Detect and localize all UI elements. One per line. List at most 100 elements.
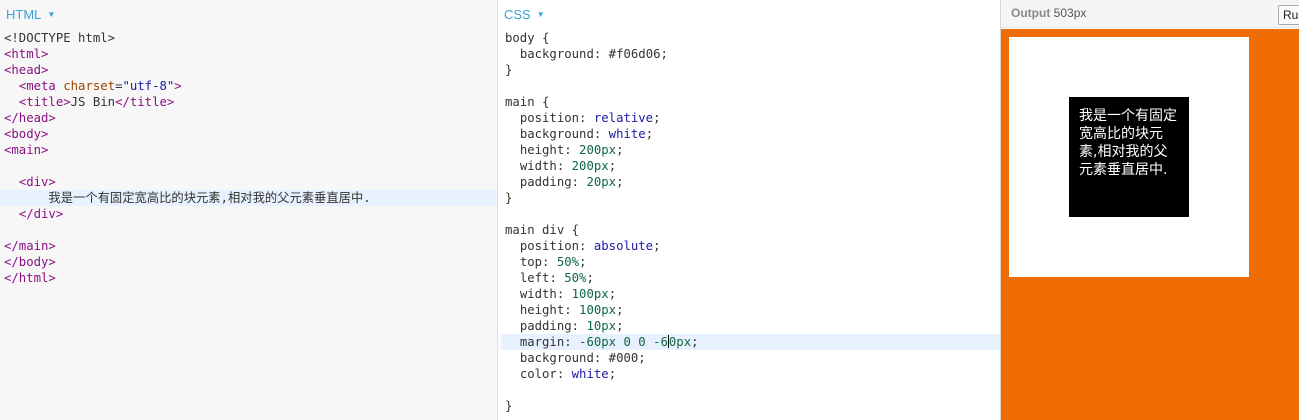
code-token: background <box>519 127 594 141</box>
code-token: <!DOCTYPE html> <box>4 31 116 45</box>
output-title: Output <box>1011 6 1051 20</box>
code-token: background <box>519 351 594 365</box>
code-line[interactable]: color: white; <box>501 366 1000 382</box>
code-line[interactable] <box>0 222 497 238</box>
code-token: 200px <box>571 159 609 173</box>
code-token: <div> <box>18 175 56 189</box>
code-token: color <box>519 367 557 381</box>
code-token: top <box>519 255 543 269</box>
code-token: JS Bin <box>70 95 116 109</box>
code-token: padding <box>519 175 572 189</box>
css-panel: CSS ▼ body { background: #f06d06; } main… <box>497 0 1000 420</box>
code-token: background <box>519 47 594 61</box>
code-line[interactable]: } <box>501 190 1000 206</box>
html-panel-title[interactable]: HTML <box>6 7 41 22</box>
code-token: <body> <box>4 127 49 141</box>
html-editor[interactable]: <!DOCTYPE html> <html> <head> <meta char… <box>0 30 497 286</box>
code-token: main div { <box>505 223 580 237</box>
code-line-active[interactable]: 我是一个有固定宽高比的块元素,相对我的父元素垂直居中. <box>0 190 497 206</box>
code-token: "utf-8" <box>122 79 175 93</box>
code-line[interactable] <box>501 206 1000 222</box>
code-line[interactable]: width: 200px; <box>501 158 1000 174</box>
code-line[interactable]: <!DOCTYPE html> <box>0 30 497 46</box>
code-line[interactable]: body { <box>501 30 1000 46</box>
code-token: > <box>174 79 182 93</box>
code-line[interactable]: background: #f06d06; <box>501 46 1000 62</box>
code-line[interactable]: <html> <box>0 46 497 62</box>
code-token: 200px <box>579 143 617 157</box>
code-line[interactable] <box>501 78 1000 94</box>
output-preview[interactable]: 我是一个有固定宽高比的块元素,相对我的父元素垂直居中. <box>1001 29 1299 420</box>
output-panel-header: Output 503px Run <box>1001 0 1299 28</box>
preview-main-box: 我是一个有固定宽高比的块元素,相对我的父元素垂直居中. <box>1009 37 1249 277</box>
code-line[interactable]: height: 200px; <box>501 142 1000 158</box>
code-line[interactable]: </main> <box>0 238 497 254</box>
code-token: 100px <box>571 287 609 301</box>
css-panel-title[interactable]: CSS <box>504 7 531 22</box>
code-token: 10px <box>586 319 617 333</box>
code-line[interactable]: <title>JS Bin</title> <box>0 94 497 110</box>
code-line[interactable]: </html> <box>0 270 497 286</box>
code-token: body { <box>505 31 550 45</box>
code-line[interactable] <box>0 158 497 174</box>
code-token: </html> <box>4 271 56 285</box>
code-token: <title> <box>18 95 71 109</box>
code-token: 0px <box>668 335 692 349</box>
output-label: Output 503px <box>1011 6 1086 20</box>
code-line[interactable]: </head> <box>0 110 497 126</box>
code-line[interactable]: padding: 10px; <box>501 318 1000 334</box>
code-line[interactable]: <meta charset="utf-8"> <box>0 78 497 94</box>
code-line[interactable]: <div> <box>0 174 497 190</box>
code-line[interactable]: <main> <box>0 142 497 158</box>
code-line[interactable]: width: 100px; <box>501 286 1000 302</box>
code-token: main { <box>505 95 550 109</box>
code-line[interactable] <box>501 382 1000 398</box>
code-line[interactable]: left: 50%; <box>501 270 1000 286</box>
code-token: charset <box>63 79 116 93</box>
code-line-active[interactable]: margin: -60px 0 0 -60px; <box>501 334 1000 350</box>
code-token: height <box>519 143 565 157</box>
code-token: 我是一个有固定宽高比的块元素,相对我的父元素垂直居中. <box>48 191 371 205</box>
code-token: 50% <box>564 271 587 285</box>
code-token: -60px 0 0 -6 <box>579 335 668 349</box>
code-line[interactable]: background: #000; <box>501 350 1000 366</box>
css-editor[interactable]: body { background: #f06d06; } main { pos… <box>498 30 1000 414</box>
code-token: height <box>519 303 565 317</box>
code-line[interactable]: main div { <box>501 222 1000 238</box>
code-token: </head> <box>4 111 56 125</box>
code-token: absolute <box>593 239 654 253</box>
code-line[interactable]: top: 50%; <box>501 254 1000 270</box>
code-line[interactable]: main { <box>501 94 1000 110</box>
code-line[interactable]: } <box>501 62 1000 78</box>
html-panel-header[interactable]: HTML ▼ <box>0 0 497 28</box>
output-size: 503px <box>1053 6 1087 20</box>
dropdown-caret-icon[interactable]: ▼ <box>47 10 55 19</box>
code-line[interactable]: height: 100px; <box>501 302 1000 318</box>
dropdown-caret-icon[interactable]: ▼ <box>537 10 545 19</box>
code-token: 20px <box>586 175 617 189</box>
code-line[interactable]: </body> <box>0 254 497 270</box>
code-token: } <box>505 63 513 77</box>
code-token: 100px <box>579 303 617 317</box>
run-button[interactable]: Run <box>1278 5 1299 25</box>
code-token: </main> <box>4 239 56 253</box>
code-token: </div> <box>18 207 64 221</box>
code-line[interactable]: background: white; <box>501 126 1000 142</box>
css-panel-header[interactable]: CSS ▼ <box>498 0 1000 28</box>
code-line[interactable]: <head> <box>0 62 497 78</box>
code-line[interactable]: position: absolute; <box>501 238 1000 254</box>
code-line[interactable]: } <box>501 398 1000 414</box>
code-token: left <box>519 271 550 285</box>
code-line[interactable]: </div> <box>0 206 497 222</box>
code-line[interactable]: position: relative; <box>501 110 1000 126</box>
code-token: width <box>519 159 557 173</box>
code-token: #000 <box>608 351 639 365</box>
html-panel: HTML ▼ <!DOCTYPE html> <html> <head> <me… <box>0 0 497 420</box>
code-token: <main> <box>4 143 49 157</box>
code-token: position <box>519 111 580 125</box>
code-token: } <box>505 191 513 205</box>
code-line[interactable]: <body> <box>0 126 497 142</box>
code-token: 50% <box>556 255 580 269</box>
code-token: width <box>519 287 557 301</box>
code-line[interactable]: padding: 20px; <box>501 174 1000 190</box>
